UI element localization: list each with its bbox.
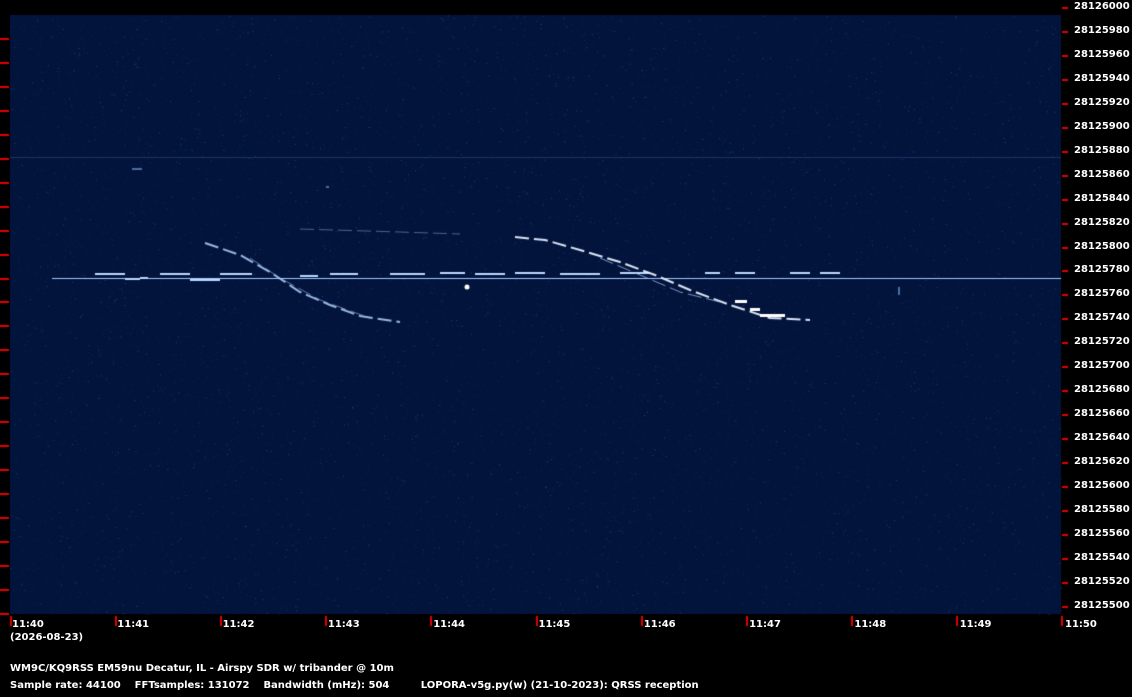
frequency-label: 28125860 [1074,168,1130,180]
frequency-label: 28125880 [1074,144,1130,156]
frequency-label: 28125600 [1074,480,1130,491]
sample-rate: Sample rate: 44100 [10,680,121,691]
frequency-label: 28125540 [1074,551,1130,563]
time-label: 11:44 [433,619,466,630]
frequency-label: 28125520 [1074,575,1130,587]
frequency-label: 28125560 [1074,527,1130,539]
software-version: LOPORA-v5g.py(w) (21-10-2023): QRSS rece… [420,680,699,691]
time-label: 11:43 [327,619,360,630]
capture-parameters: Sample rate: 44100 FFTsamples: 131072 Ba… [10,680,699,691]
bandwidth: Bandwidth (mHz): 504 [263,680,390,691]
time-label: 11:41 [117,619,150,630]
frequency-label: 28125940 [1074,72,1130,84]
frequency-label: 28125740 [1074,312,1130,324]
frequency-label: 28125760 [1074,288,1130,300]
frequency-label: 28125820 [1074,216,1130,228]
frequency-label: 28125700 [1074,360,1130,372]
frequency-label: 28125720 [1074,336,1130,348]
frequency-label: 28125800 [1074,240,1130,252]
frequency-label: 28125620 [1074,456,1130,468]
frequency-label: 28126000 [1074,1,1130,12]
frequency-label: 28125960 [1074,48,1130,60]
time-label: 11:50 [1065,619,1097,630]
frequency-label: 28125680 [1074,384,1130,396]
frequency-label: 28125780 [1074,264,1130,276]
frequency-label: 28125980 [1074,24,1130,36]
date-label: (2026-08-23) [10,632,84,643]
frequency-label: 28125920 [1074,96,1130,108]
station-info: WM9C/KQ9RSS EM59nu Decatur, IL - Airspy … [10,663,394,674]
time-label: 11:47 [749,619,781,630]
frequency-label: 28125500 [1074,599,1130,611]
frequency-label: 28125900 [1074,120,1130,132]
time-label: 11:46 [643,619,676,630]
spectrogram-waterfall [0,0,1132,697]
fft-samples: FFTsamples: 131072 [134,680,250,691]
time-label: 11:49 [959,619,992,630]
time-label: 11:45 [538,619,571,630]
time-label: 11:42 [222,619,255,630]
frequency-label: 28125640 [1074,432,1130,444]
frequency-label: 28125660 [1074,408,1130,420]
time-label: 11:40 [12,619,44,630]
frequency-label: 28125840 [1074,192,1130,204]
frequency-label: 28125580 [1074,503,1130,515]
time-label: 11:48 [854,619,887,630]
